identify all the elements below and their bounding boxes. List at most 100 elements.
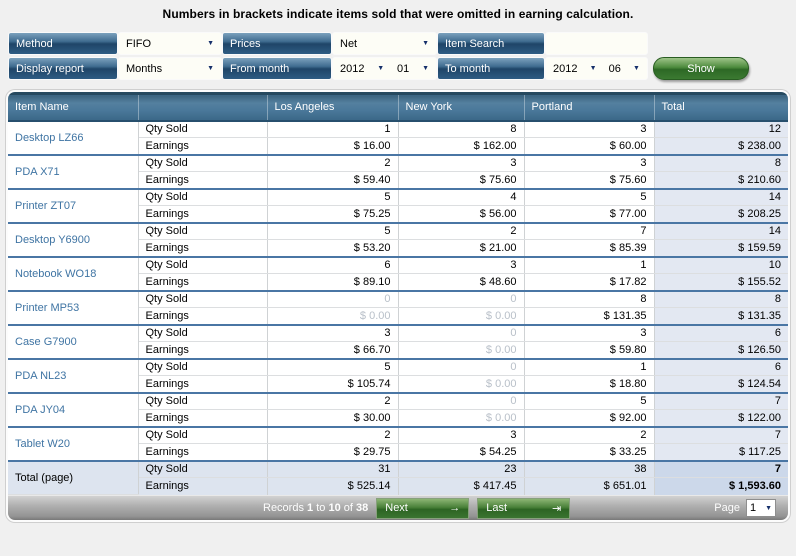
qty-value: 5: [524, 393, 654, 410]
earnings-value: $ 208.25: [654, 206, 788, 223]
filter-panel: Method FIFO ▼ Prices Net ▼ Item Search D…: [8, 32, 749, 82]
metric-label-qty: Qty Sold: [138, 393, 267, 410]
chevron-down-icon[interactable]: ▼: [633, 65, 640, 72]
table-row: Desktop Y6900Qty Sold52714: [8, 223, 788, 240]
item-name-link[interactable]: Tablet W20: [8, 427, 138, 461]
from-month-dropdown[interactable]: 2012 ▼ 01 ▼: [332, 57, 437, 80]
earnings-value: $ 75.60: [398, 172, 524, 189]
item-name-link[interactable]: Desktop Y6900: [8, 223, 138, 257]
method-dropdown[interactable]: FIFO ▼: [118, 32, 222, 55]
qty-value: 3: [524, 155, 654, 172]
chevron-down-icon[interactable]: ▼: [422, 65, 429, 72]
earnings-value: $ 18.80: [524, 376, 654, 393]
display-report-value: Months: [126, 63, 162, 75]
earnings-value: $ 53.20: [267, 240, 398, 257]
last-button[interactable]: Last ⇥: [477, 498, 570, 519]
earnings-value: $ 29.75: [267, 444, 398, 461]
table-header-row: Item Name Los Angeles New York Portland …: [8, 94, 788, 121]
next-button-label: Next: [385, 502, 408, 514]
item-name-link[interactable]: PDA NL23: [8, 359, 138, 393]
table-row: Case G7900Qty Sold3036: [8, 325, 788, 342]
chevron-down-icon: ▼: [207, 40, 214, 47]
earnings-value: $ 85.39: [524, 240, 654, 257]
table-row: Total (page)Qty Sold3123387: [8, 461, 788, 478]
item-name-link[interactable]: Printer ZT07: [8, 189, 138, 223]
page-label: Page: [714, 502, 740, 514]
qty-value: 14: [654, 223, 788, 240]
earnings-value: $ 75.25: [267, 206, 398, 223]
table-row: PDA JY04Qty Sold2057: [8, 393, 788, 410]
item-name-link[interactable]: Printer MP53: [8, 291, 138, 325]
item-name-link[interactable]: PDA X71: [8, 155, 138, 189]
earnings-value: $ 105.74: [267, 376, 398, 393]
to-month-value[interactable]: 06: [609, 63, 621, 75]
method-value: FIFO: [126, 38, 151, 50]
to-year-value[interactable]: 2012: [553, 63, 577, 75]
next-button[interactable]: Next →: [376, 498, 469, 519]
records-segment: 38: [356, 502, 368, 514]
page-dropdown[interactable]: 1 ▼: [746, 499, 776, 517]
column-header-metric: [138, 94, 267, 121]
metric-label-earnings: Earnings: [138, 274, 267, 291]
earnings-value: $ 417.45: [398, 478, 524, 495]
report-table-panel: Item Name Los Angeles New York Portland …: [8, 92, 788, 520]
earnings-value: $ 126.50: [654, 342, 788, 359]
earnings-value: $ 124.54: [654, 376, 788, 393]
item-name-link[interactable]: Case G7900: [8, 325, 138, 359]
records-segment: to: [313, 502, 328, 514]
records-status: Records 1 to 10 of 38: [263, 502, 368, 514]
metric-label-earnings: Earnings: [138, 206, 267, 223]
filter-row-2: Display report Months ▼ From month 2012 …: [8, 57, 749, 81]
earnings-value: $ 77.00: [524, 206, 654, 223]
metric-label-qty: Qty Sold: [138, 325, 267, 342]
item-search-input[interactable]: [550, 33, 643, 54]
qty-value: 2: [267, 393, 398, 410]
earnings-value: $ 0.00: [398, 376, 524, 393]
earnings-value: $ 122.00: [654, 410, 788, 427]
page-title: Numbers in brackets indicate items sold …: [0, 0, 796, 21]
from-year-value[interactable]: 2012: [340, 63, 364, 75]
table-row: PDA NL23Qty Sold5016: [8, 359, 788, 376]
qty-value: 14: [654, 189, 788, 206]
earnings-value: $ 238.00: [654, 138, 788, 155]
chevron-down-icon[interactable]: ▼: [590, 65, 597, 72]
earnings-value: $ 162.00: [398, 138, 524, 155]
display-report-label: Display report: [8, 57, 118, 80]
show-button[interactable]: Show: [653, 57, 749, 80]
prices-dropdown[interactable]: Net ▼: [332, 32, 437, 55]
metric-label-earnings: Earnings: [138, 172, 267, 189]
qty-value: 8: [654, 291, 788, 308]
earnings-value: $ 59.80: [524, 342, 654, 359]
to-month-dropdown[interactable]: 2012 ▼ 06 ▼: [545, 57, 648, 80]
item-name-link[interactable]: PDA JY04: [8, 393, 138, 427]
earnings-value: $ 89.10: [267, 274, 398, 291]
earnings-value: $ 92.00: [524, 410, 654, 427]
total-page-label: Total (page): [8, 461, 138, 495]
qty-value: 3: [524, 121, 654, 138]
metric-label-qty: Qty Sold: [138, 359, 267, 376]
earnings-value: $ 0.00: [398, 410, 524, 427]
chevron-down-icon[interactable]: ▼: [377, 65, 384, 72]
display-report-dropdown[interactable]: Months ▼: [118, 57, 222, 80]
earnings-value: $ 33.25: [524, 444, 654, 461]
qty-value: 1: [524, 257, 654, 274]
item-name-link[interactable]: Desktop LZ66: [8, 121, 138, 155]
prices-value: Net: [340, 38, 357, 50]
chevron-down-icon: ▼: [422, 40, 429, 47]
earnings-value: $ 159.59: [654, 240, 788, 257]
item-name-link[interactable]: Notebook WO18: [8, 257, 138, 291]
qty-value: 0: [267, 291, 398, 308]
qty-value: 3: [267, 325, 398, 342]
metric-label-qty: Qty Sold: [138, 189, 267, 206]
from-month-value[interactable]: 01: [397, 63, 409, 75]
metric-label-earnings: Earnings: [138, 376, 267, 393]
qty-value: 38: [524, 461, 654, 478]
qty-value: 7: [654, 427, 788, 444]
earnings-value: $ 155.52: [654, 274, 788, 291]
qty-value: 2: [524, 427, 654, 444]
qty-value: 2: [267, 427, 398, 444]
qty-value: 7: [524, 223, 654, 240]
filter-row-1: Method FIFO ▼ Prices Net ▼ Item Search: [8, 32, 749, 56]
qty-value: 5: [524, 189, 654, 206]
qty-value: 31: [267, 461, 398, 478]
